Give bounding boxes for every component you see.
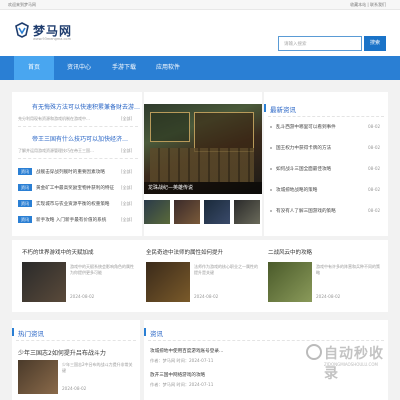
game-item-slots: [150, 148, 254, 182]
news-item[interactable]: 实现城市与农业资源平衡的权重策略: [36, 201, 120, 207]
latest-item[interactable]: 如何战斗三国全面最佳攻略: [276, 166, 362, 172]
card-desc-1: 游戏中的天赋系统会影响角色的属性为你提供更多可能: [70, 264, 134, 275]
divider: [18, 126, 138, 127]
latest-item[interactable]: 国王权力中获得卡牌的方法: [276, 145, 362, 151]
latest-panel: 最新资讯 乱斗西游中哪里可以看到事件 08-02 国王权力中获得卡牌的方法 08…: [264, 92, 388, 236]
news2-item[interactable]: 放开三国中网络游戏的攻略: [150, 372, 290, 378]
news-item[interactable]: 黄金矿工中最高奖励宝物并获利的特征: [36, 185, 120, 191]
bullet-icon: [270, 189, 272, 191]
latest-title: 最新资讯: [270, 106, 296, 114]
site-url: www.93mengma.com: [33, 37, 71, 41]
nav-news[interactable]: 资讯中心: [56, 56, 102, 80]
news2-title: 资讯: [150, 330, 163, 338]
featured-more-2[interactable]: [全部]: [121, 148, 132, 154]
latest-date: 08-02: [368, 187, 381, 192]
thumb-3[interactable]: [204, 200, 230, 224]
hot-image[interactable]: [18, 360, 58, 394]
card-title-2[interactable]: 全民奇迹中法师的属性如何提升: [146, 248, 223, 256]
card-image-1[interactable]: [22, 262, 66, 302]
card-title-1[interactable]: 不朽的世界游戏中的天赋加成: [22, 248, 94, 256]
featured-title-1[interactable]: 有无悔殊方法可以快速积累兼备财去游…: [32, 102, 140, 111]
latest-date: 08-02: [368, 208, 381, 213]
news-tag: 资讯: [18, 200, 32, 207]
banner-caption: 龙珠战纪—英雄传说: [148, 185, 194, 191]
news-item[interactable]: 战舰击穿战列舰时的重要因素攻略: [36, 169, 120, 175]
featured-more-1[interactable]: [全部]: [121, 116, 132, 122]
latest-item[interactable]: 乱斗西游中哪里可以看到事件: [276, 124, 362, 130]
banner-image[interactable]: 龙珠战纪—英雄传说: [144, 104, 262, 194]
bullet-icon: [270, 126, 272, 128]
latest-date: 08-02: [368, 145, 381, 150]
nav-apps[interactable]: 应用软件: [146, 56, 190, 80]
news2-meta: 作者：梦马网 时间：2024-07-11: [150, 382, 214, 387]
section-bar: [144, 328, 146, 336]
latest-date: 08-02: [368, 166, 381, 171]
news-tag: 资讯: [18, 216, 32, 223]
divider: [148, 340, 384, 341]
cards-row: 不朽的世界游戏中的天赋加成 游戏中的天赋系统会影响角色的属性为你提供更多可能 2…: [12, 240, 388, 312]
news2-item[interactable]: 攻城掠地中使用百度游戏账号登录…: [150, 348, 290, 354]
news-tag: 资讯: [18, 184, 32, 191]
card-date-1: 2024-08-02: [70, 294, 95, 299]
bullet-icon: [270, 210, 272, 212]
divider: [16, 340, 136, 341]
news-more[interactable]: [全部]: [121, 169, 132, 175]
thumb-4[interactable]: [234, 200, 260, 224]
latest-item[interactable]: 攻城掠地战略的策略: [276, 187, 362, 193]
thumb-1[interactable]: [144, 200, 170, 224]
news-more[interactable]: [全部]: [121, 185, 132, 191]
hot-desc: 少年三国志2中吕布的战斗力提升非常关键: [62, 362, 133, 373]
nav-home[interactable]: 首页: [14, 56, 54, 80]
watermark: 自动秒收录 ZIDONGMIAOSHOULU.COM: [306, 343, 386, 382]
watermark-domain: ZIDONGMIAOSHOULU.COM: [324, 362, 378, 367]
search-box: 请输入搜索 搜索: [278, 36, 386, 51]
card-desc-3: 游戏中有许多的阵营和兵种不同的策略: [316, 264, 380, 275]
news-tag: 资讯: [18, 168, 32, 175]
card-date-2: 2024-08-02: [194, 294, 219, 299]
card-title-3[interactable]: 二战风云中的攻略: [268, 248, 312, 256]
bullet-icon: [270, 168, 272, 170]
watermark-icon: [306, 344, 322, 360]
site-header: 梦马网 www.93mengma.com 请输入搜索 搜索: [0, 10, 400, 56]
card-image-3[interactable]: [268, 262, 312, 302]
thumb-2[interactable]: [174, 200, 200, 224]
latest-date: 08-02: [368, 124, 381, 129]
bullet-icon: [270, 147, 272, 149]
search-button[interactable]: 搜索: [364, 36, 386, 51]
featured-summary-2: 了解并运用游戏资源管理技巧在帝王三国…: [18, 148, 94, 153]
nav-games[interactable]: 手游下载: [104, 56, 144, 80]
card-image-2[interactable]: [146, 262, 190, 302]
section-bar: [264, 104, 266, 112]
news-panel: 有无悔殊方法可以快速积累兼备财去游… 充分利用现有资源和游戏机制在游戏中… [全…: [12, 92, 142, 236]
divider: [18, 158, 138, 159]
top-bar: 欢迎来到梦马网 收藏本站 | 联系我们: [0, 0, 400, 10]
hot-lead[interactable]: 少年三国志2如何提升吕布战斗力: [18, 348, 138, 357]
banner-panel: 龙珠战纪—英雄传说: [144, 92, 262, 236]
hot-panel: 热门资讯 少年三国志2如何提升吕布战斗力 少年三国志2中吕布的战斗力提升非常关键…: [12, 320, 140, 400]
top-links[interactable]: 收藏本站 | 联系我们: [350, 2, 386, 8]
hot-date: 2024-08-02: [62, 386, 87, 391]
news2-meta: 作者：梦马网 时间：2024-07-11: [150, 358, 214, 363]
site-logo[interactable]: 梦马网 www.93mengma.com: [14, 20, 104, 50]
welcome-text: 欢迎来到梦马网: [8, 2, 36, 7]
search-input[interactable]: 请输入搜索: [278, 36, 362, 51]
game-item-grid: [194, 112, 254, 152]
news-item[interactable]: 新手攻略 入门新手最有价值的系统: [36, 217, 120, 223]
divider: [268, 116, 384, 117]
hot-title: 热门资讯: [18, 330, 44, 338]
news-more[interactable]: [全部]: [121, 201, 132, 207]
main-nav: 首页 资讯中心 手游下载 应用软件: [0, 56, 400, 80]
card-desc-2: 法师作为游戏的核心职业之一属性的提升是关键: [194, 264, 258, 275]
logo-icon: [15, 22, 29, 38]
featured-summary-1: 充分利用现有资源和游戏机制在游戏中…: [18, 116, 90, 121]
latest-item[interactable]: 有没有人了解三国游戏的策略: [276, 208, 362, 214]
news-more[interactable]: [全部]: [121, 217, 132, 223]
section-bar: [12, 328, 14, 336]
card-date-3: 2024-08-02: [316, 294, 341, 299]
featured-title-2[interactable]: 帝王三国有什么技巧可以加快经济…: [32, 134, 140, 143]
game-inventory-panel: [150, 112, 190, 142]
